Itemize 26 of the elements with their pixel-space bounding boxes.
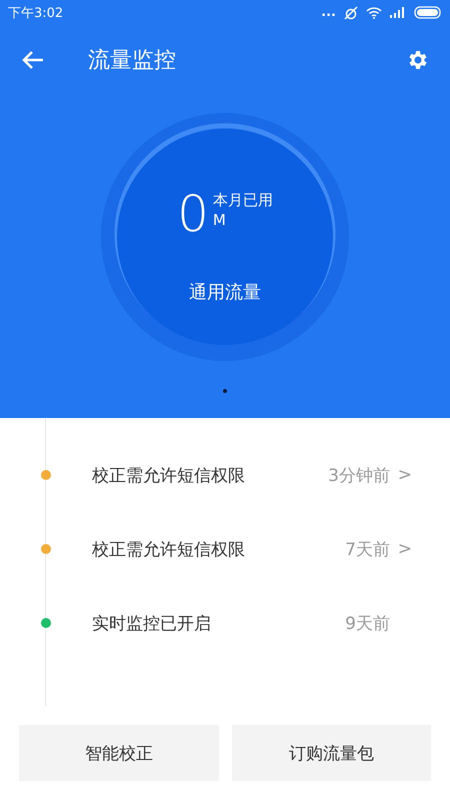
alarm-off-icon (344, 6, 358, 20)
action-button[interactable]: 订购流量包 (232, 725, 431, 781)
event-time: 3分钟前 (328, 464, 390, 486)
event-time: 9天前 (345, 612, 390, 634)
usage-unit: M (212, 210, 227, 230)
event-text: 实时监控已开启 (92, 612, 212, 634)
event-text: 校正需允许短信权限 (92, 538, 246, 560)
wifi-icon (366, 6, 382, 18)
signal-icon (390, 7, 406, 18)
gauge-label: 通用流量 (189, 281, 261, 304)
event-row[interactable]: 校正需允许短信权限 7天前 > (0, 512, 450, 586)
status-time: 下午3:02 (8, 4, 64, 22)
chevron-icon: > (390, 539, 412, 559)
event-time: 7天前 (345, 538, 390, 560)
page-title: 流量监控 (88, 47, 177, 75)
event-row[interactable]: 实时监控已开启 9天前 (0, 586, 450, 660)
battery-icon (414, 6, 442, 19)
usage-amount: 0 (177, 188, 209, 240)
back-button[interactable] (22, 50, 44, 70)
event-text: 校正需允许短信权限 (92, 464, 246, 486)
back-arrow-icon (22, 50, 44, 70)
more-status: ... (321, 5, 336, 20)
event-row[interactable]: 校正需允许短信权限 3分钟前 > (0, 438, 450, 512)
action-button[interactable]: 智能校正 (19, 725, 218, 781)
chevron-icon: > (390, 465, 412, 485)
usage-caption: 本月已用 (212, 190, 273, 210)
